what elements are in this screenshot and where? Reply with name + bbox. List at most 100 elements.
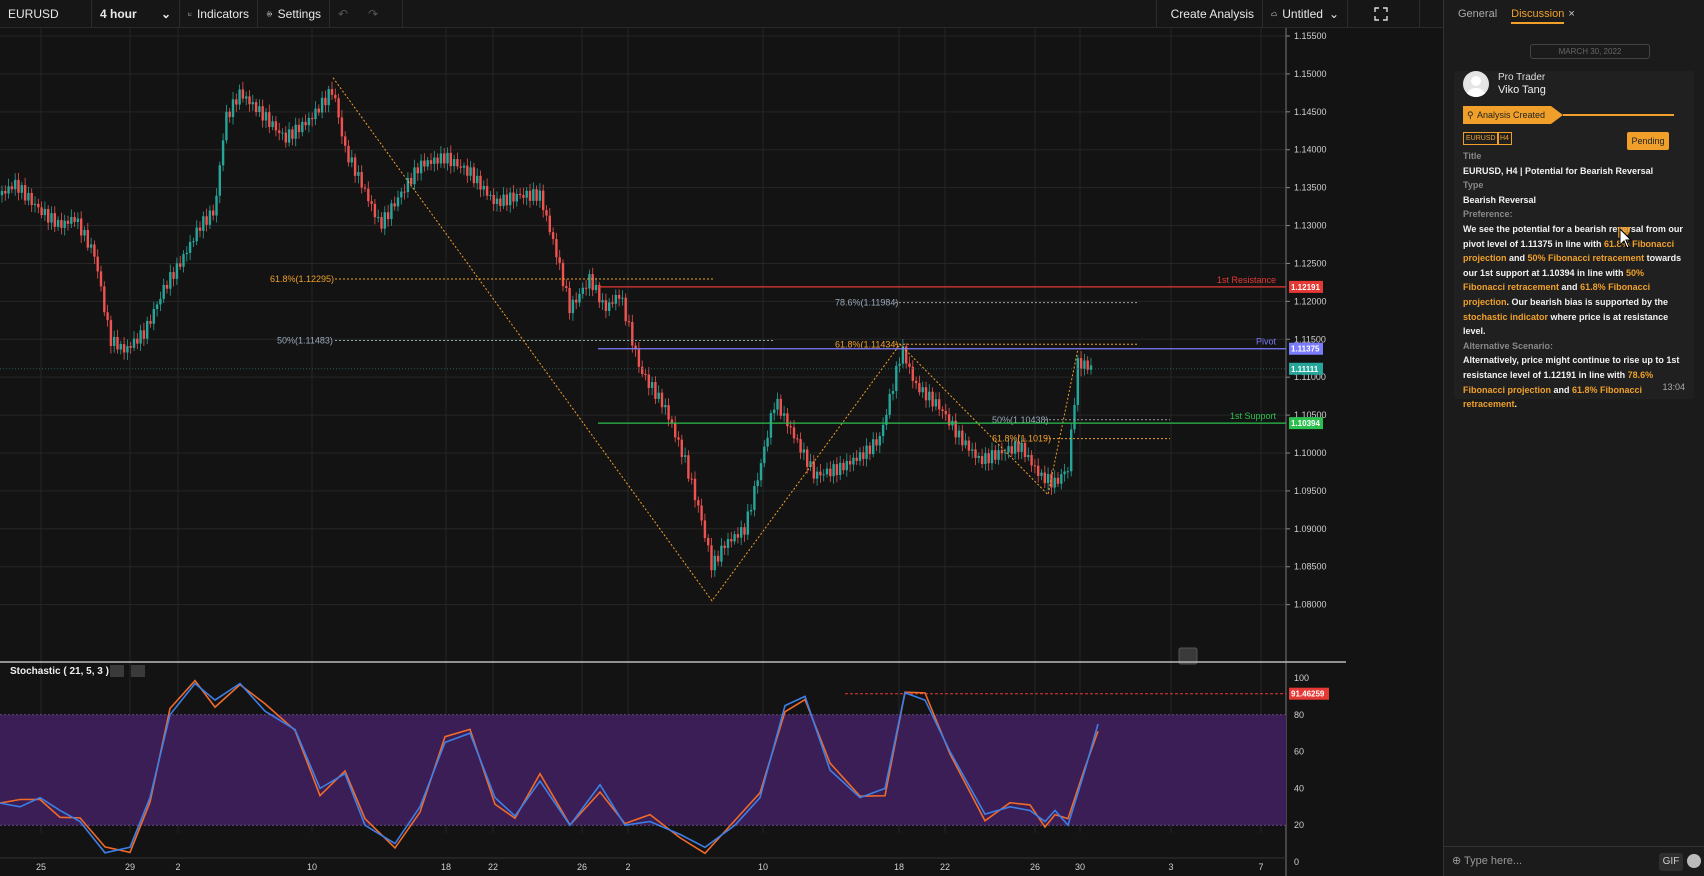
candle-body [452, 159, 456, 167]
tab-general[interactable]: General [1458, 8, 1497, 20]
settings-button[interactable]: Settings [258, 0, 330, 28]
candle-body [525, 190, 528, 198]
candle-body [238, 89, 241, 105]
symbol-selector[interactable]: EURUSD [0, 0, 92, 28]
candle-body [575, 299, 578, 303]
candle-body [446, 152, 449, 164]
candle-body [390, 203, 393, 220]
candle-body [868, 445, 872, 455]
candle-body [76, 218, 80, 222]
candle-body [637, 349, 641, 367]
candle-body [509, 192, 512, 206]
candle-body [218, 165, 221, 196]
candle-body [888, 393, 891, 415]
price-tick-label: 1.15500 [1294, 31, 1327, 41]
add-attachment-icon[interactable]: ⊕ [1452, 854, 1461, 867]
indicators-button[interactable]: Indicators [180, 0, 258, 28]
pending-badge[interactable]: Pending [1627, 132, 1669, 150]
support-price-value: 1.10394 [1291, 419, 1320, 428]
candle-body [93, 244, 96, 257]
time-tick-label: 25 [36, 862, 46, 872]
candle-body [624, 297, 627, 322]
time-tick-label: 18 [441, 862, 451, 872]
price-tick-label: 1.14000 [1294, 145, 1327, 155]
price-tick-label: 1.08000 [1294, 600, 1327, 610]
candle-body [152, 309, 155, 324]
candle-body [997, 450, 1000, 460]
emoji-icon[interactable] [1687, 854, 1701, 868]
price-tick-label: 1.13500 [1294, 183, 1327, 193]
candle-body [165, 284, 169, 289]
analysis-body: Title EURUSD, H4 | Potential for Bearish… [1463, 149, 1685, 412]
support-label: 1st Support [1230, 411, 1277, 421]
candle-body [119, 344, 122, 350]
candle-body [159, 298, 162, 305]
message-input[interactable]: Type here... [1464, 855, 1522, 867]
candle-body [535, 189, 538, 201]
stochastic-tick-label: 80 [1294, 710, 1304, 720]
price-chart[interactable]: 1.15500 1.15000 1.14500 1.14000 1.13500 1.130… [0, 28, 1443, 876]
time-tick-label: 10 [758, 862, 768, 872]
candle-body [377, 217, 380, 219]
candle-body [700, 505, 703, 521]
undo-icon[interactable]: ↶ [338, 7, 348, 21]
candle-body [155, 304, 159, 310]
close-icon[interactable]: × [1568, 8, 1574, 20]
candle-body [330, 89, 334, 95]
candle-body [10, 186, 14, 190]
alternative-label: Alternative Scenario: [1463, 340, 1554, 351]
candle-body [185, 252, 188, 255]
candle-body [763, 446, 766, 464]
layout-selector[interactable]: Untitled ⌄ [1263, 0, 1348, 28]
candle-body [103, 286, 106, 313]
redo-icon[interactable]: ↷ [368, 7, 378, 21]
interval-selector[interactable]: 4 hour ⌄ [92, 0, 180, 28]
candle-body [7, 186, 10, 194]
fullscreen-button[interactable] [1348, 0, 1420, 28]
candle-body [558, 257, 561, 263]
candle-body [895, 365, 898, 392]
candle-body [806, 449, 809, 467]
stochastic-tick-label: 100 [1294, 673, 1309, 683]
candle-body [489, 194, 492, 196]
timeframe-tag: H4 [1497, 132, 1512, 145]
stochastic-level-value: 91.46259 [1291, 690, 1325, 699]
candle-body [598, 284, 601, 303]
gif-button[interactable]: GIF [1659, 853, 1683, 871]
candle-body [631, 321, 634, 346]
candle-body [60, 219, 63, 228]
candle-body [228, 111, 231, 118]
candle-body [43, 208, 47, 216]
candle-body [518, 193, 522, 196]
candle-body [195, 227, 198, 242]
cloud-icon [1271, 11, 1277, 17]
candle-body [132, 338, 136, 348]
candle-body [14, 179, 17, 190]
tab-discussion[interactable]: Discussion × [1511, 8, 1575, 24]
create-analysis-button[interactable]: Create Analysis [1156, 0, 1263, 28]
candle-body [749, 509, 753, 512]
candle-body [581, 287, 584, 294]
candle-body [604, 300, 608, 311]
candle-body [324, 97, 327, 106]
candle-body [23, 185, 27, 201]
candle-body [984, 453, 987, 465]
candle-body [281, 132, 284, 134]
candle-body [373, 203, 377, 218]
candle-body [80, 218, 83, 236]
candle-body [710, 545, 713, 571]
candle-body [802, 449, 806, 453]
candle-body [129, 346, 132, 348]
candle-body [565, 286, 568, 288]
candle-body [469, 167, 472, 176]
chart-canvas[interactable]: 1.15500 1.15000 1.14500 1.14000 1.13500 1.130… [0, 28, 1443, 876]
candle-body [881, 424, 885, 437]
candle-body [116, 336, 119, 350]
candle-body [485, 185, 489, 196]
time-tick-label: 29 [125, 862, 135, 872]
candle-body [924, 387, 928, 401]
message-composer[interactable]: ⊕ Type here... GIF [1444, 846, 1704, 876]
candle-body [86, 229, 89, 248]
candle-body [406, 177, 410, 193]
candle-body [254, 102, 258, 113]
